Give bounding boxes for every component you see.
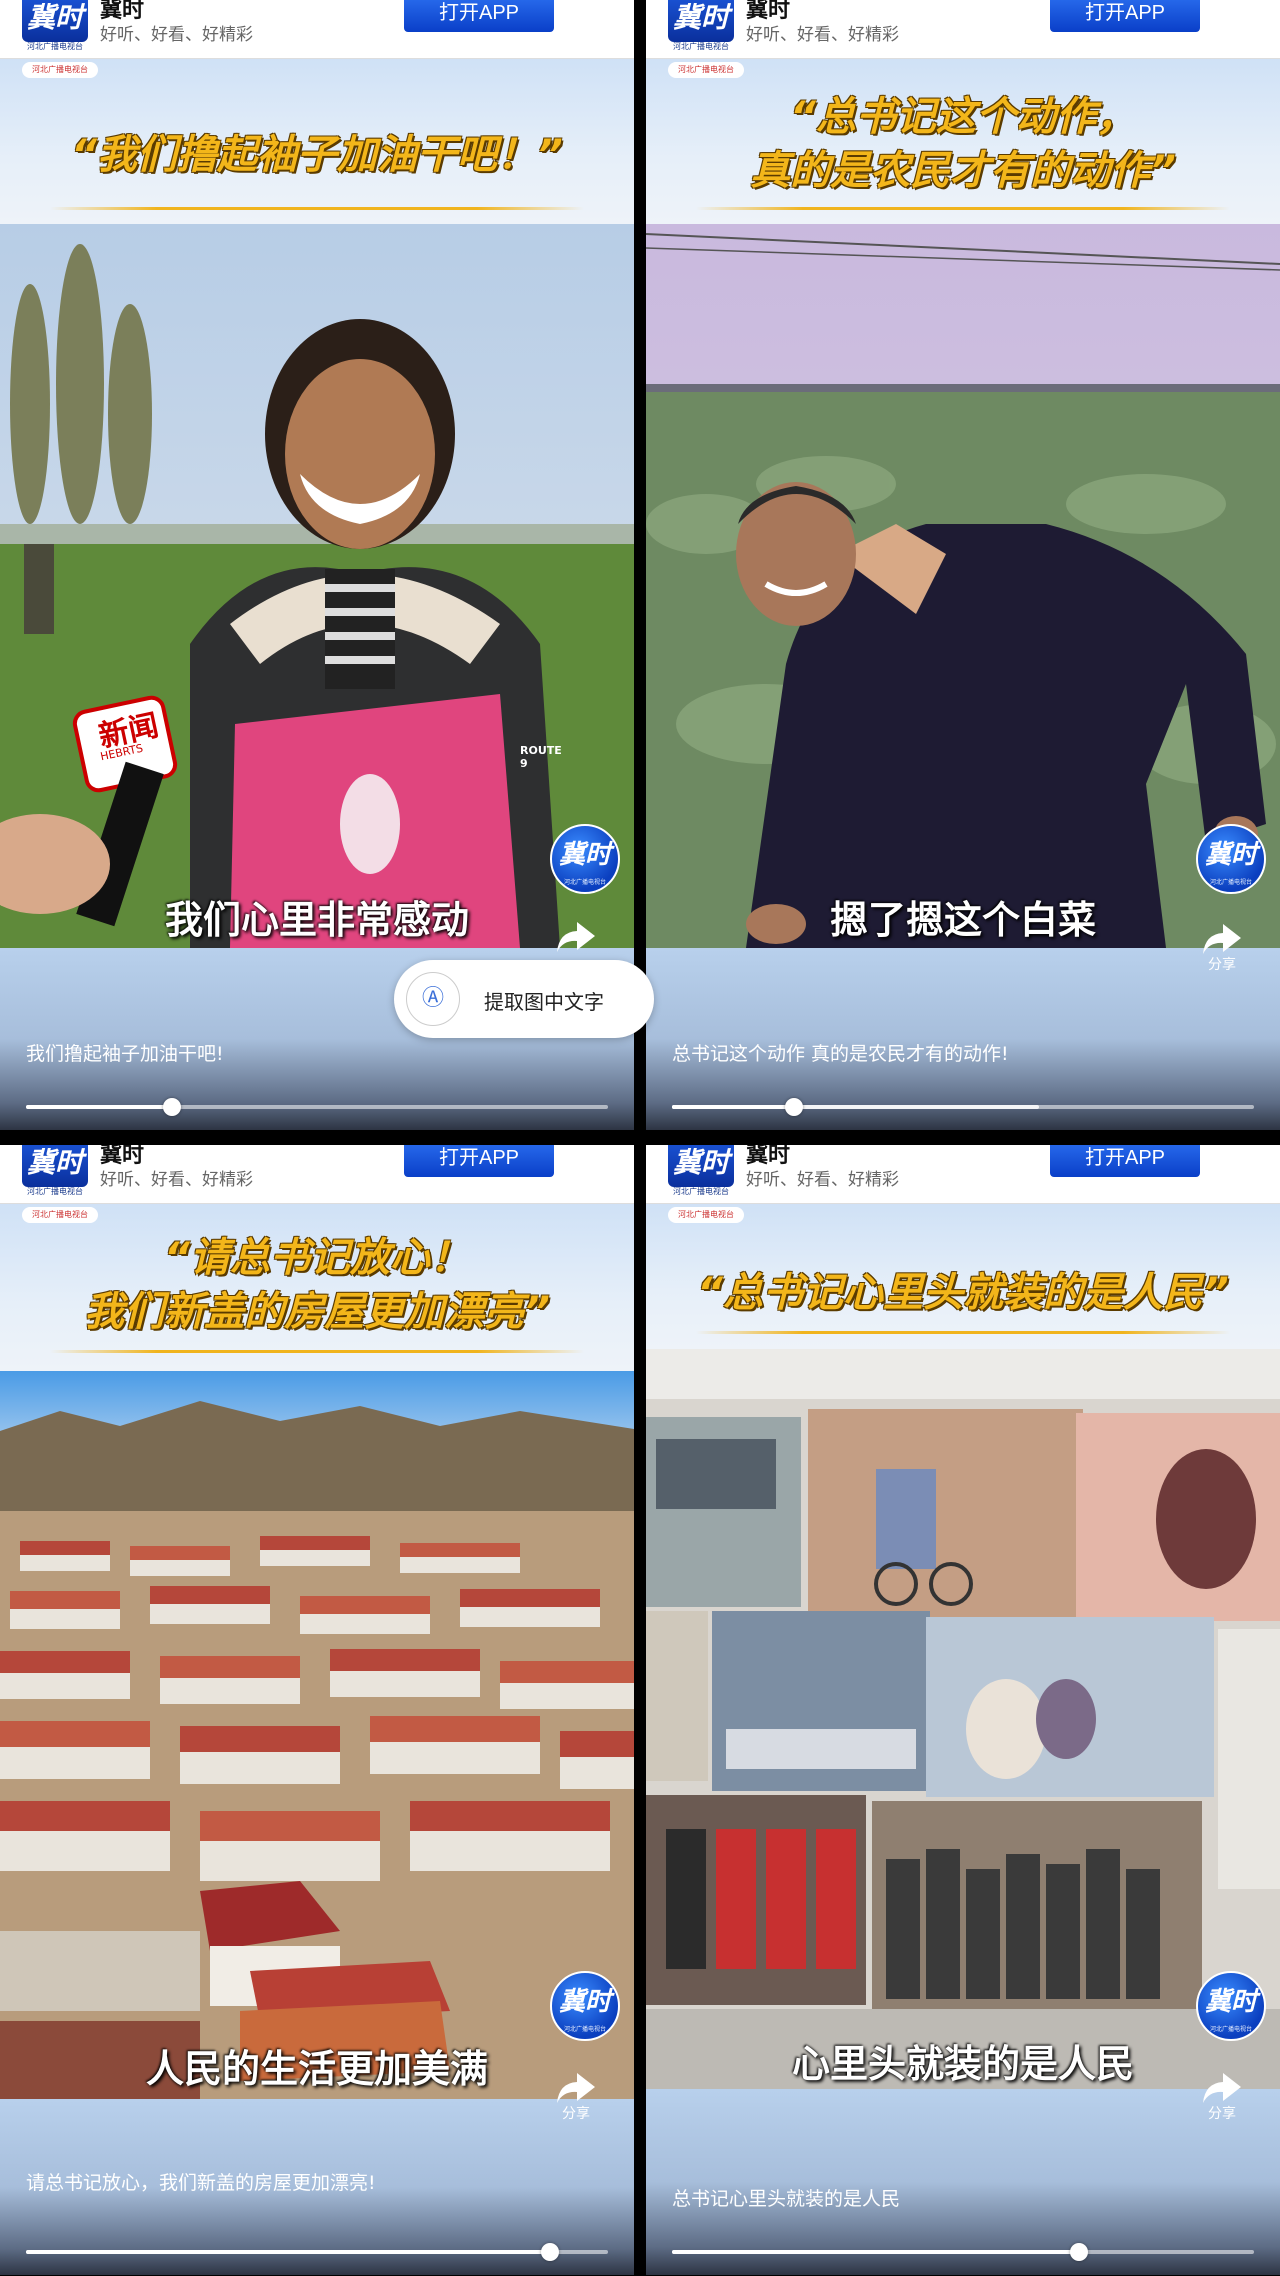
video-caption: 我们撸起袖子加油干吧!	[26, 1043, 224, 1065]
video-card-3[interactable]: 冀时 河北广播电视台 冀时 好听、好看、好精彩 打开APP 河北广播电视台 “请总…	[0, 1145, 634, 2275]
app-logo: 冀时 河北广播电视台	[22, 0, 88, 52]
progress-bar[interactable]	[26, 2243, 608, 2261]
video-frame[interactable]: 新闻 HEBRTS ROUTE 9 我们心里非常感动 河北广播电视台 冀时	[0, 224, 634, 948]
video-still-field	[646, 224, 1280, 948]
quote-title-line-2: 我们新盖的房屋更加漂亮”	[84, 1289, 550, 1335]
broadcaster-badge: 河北广播电视台	[668, 1207, 744, 1223]
video-subtitle: 我们心里非常感动	[164, 898, 469, 942]
progress-bar[interactable]	[672, 2243, 1254, 2261]
progress-bar[interactable]	[672, 1098, 1254, 1116]
quote-title-line-2: 真的是农民才有的动作”	[750, 148, 1176, 194]
extract-text-label: 提取图中文字	[484, 990, 604, 1014]
video-feed-grid: 冀时 河北广播电视台 冀时 好听、好看、好精彩 打开APP 河北广播电视台 “我们…	[0, 0, 1280, 2276]
open-app-button[interactable]: 打开APP	[404, 0, 554, 32]
video-caption: 总书记这个动作 真的是农民才有的动作!	[672, 1043, 1009, 1065]
app-banner: 冀时 河北广播电视台 冀时 好听、好看、好精彩 打开APP	[646, 0, 1280, 59]
video-still-interview	[0, 224, 634, 948]
progress-fill	[672, 1105, 795, 1109]
video-card-4[interactable]: 冀时 河北广播电视台 冀时 好听、好看、好精彩 打开APP 河北广播电视台 “总书…	[646, 1145, 1280, 2275]
app-logo: 冀时 河北广播电视台	[668, 1145, 734, 1197]
app-logo: 冀时 河北广播电视台	[22, 1145, 88, 1197]
open-app-button[interactable]: 打开APP	[1050, 0, 1200, 32]
quote-title: “总书记心里头就装的是人民”	[697, 1270, 1229, 1316]
broadcaster-badge: 河北广播电视台	[22, 62, 98, 78]
quote-underline	[696, 207, 1230, 210]
video-info-area	[646, 2089, 1280, 2275]
app-slogan: 好听、好看、好精彩	[746, 1170, 899, 1190]
share-arrow-icon	[1203, 924, 1241, 954]
quote-title: “我们撸起袖子加油干吧！”	[71, 132, 563, 178]
quote-underline	[696, 1331, 1230, 1334]
share-button[interactable]: 分享	[1200, 922, 1244, 974]
video-subtitle: 心里头就装的是人民	[791, 2042, 1134, 2086]
app-slogan: 好听、好看、好精彩	[100, 1170, 253, 1190]
progress-fill	[26, 1105, 172, 1109]
broadcaster-badge: 河北广播电视台	[668, 62, 744, 78]
video-still-village	[0, 1371, 634, 2099]
quote-title-line-1: “总书记这个动作，	[790, 94, 1136, 140]
video-caption: 总书记心里头就装的是人民	[672, 2188, 901, 2210]
video-frame[interactable]: 人民的生活更加美满 河北广播电视台 冀时	[0, 1371, 634, 2099]
watermark-logo: 河北广播电视台 冀时	[1196, 824, 1266, 894]
share-button[interactable]: 分享	[1200, 2071, 1244, 2123]
apron-patch-text: ROUTE 9	[520, 744, 562, 770]
progress-fill	[672, 2250, 1080, 2254]
share-label: 分享	[1208, 2106, 1236, 2122]
progress-knob[interactable]	[540, 2243, 559, 2261]
quote-title-line-1: “请总书记放心！	[164, 1235, 470, 1281]
app-slogan: 好听、好看、好精彩	[746, 25, 899, 45]
share-button[interactable]: 分享	[554, 2071, 598, 2123]
share-arrow-icon	[1203, 2073, 1241, 2103]
video-frame[interactable]: 心里头就装的是人民 河北广播电视台 冀时	[646, 1349, 1280, 2089]
app-banner: 冀时 河北广播电视台 冀时 好听、好看、好精彩 打开APP	[0, 0, 634, 59]
video-frame[interactable]: 摁了摁这个白菜 河北广播电视台 冀时	[646, 224, 1280, 948]
quote-underline	[50, 207, 584, 210]
share-arrow-icon	[557, 922, 595, 952]
video-subtitle: 摁了摁这个白菜	[829, 898, 1096, 942]
watermark-logo: 河北广播电视台 冀时	[550, 824, 620, 894]
progress-bar[interactable]	[26, 1098, 608, 1116]
open-app-button[interactable]: 打开APP	[1050, 1145, 1200, 1177]
quote-underline	[50, 1350, 584, 1353]
progress-knob[interactable]	[162, 1098, 181, 1116]
share-arrow-icon	[557, 2073, 595, 2103]
share-label: 分享	[562, 2106, 590, 2122]
video-card-2[interactable]: 冀时 河北广播电视台 冀时 好听、好看、好精彩 打开APP 河北广播电视台 “总书…	[646, 0, 1280, 1130]
share-button[interactable]	[554, 920, 598, 954]
video-subtitle: 人民的生活更加美满	[145, 2047, 488, 2091]
extract-text-button[interactable]: Ⓐ 提取图中文字	[394, 960, 654, 1038]
app-banner: 冀时 河北广播电视台 冀时 好听、好看、好精彩 打开APP	[0, 1145, 634, 1204]
app-logo: 冀时 河北广播电视台	[668, 0, 734, 52]
app-banner: 冀时 河北广播电视台 冀时 好听、好看、好精彩 打开APP	[646, 1145, 1280, 1204]
video-still-photo-wall	[646, 1349, 1280, 2089]
app-slogan: 好听、好看、好精彩	[100, 25, 253, 45]
open-app-button[interactable]: 打开APP	[404, 1145, 554, 1177]
progress-fill	[26, 2250, 550, 2254]
broadcaster-badge: 河北广播电视台	[22, 1207, 98, 1223]
video-caption: 请总书记放心，我们新盖的房屋更加漂亮!	[26, 2172, 376, 2194]
watermark-logo: 河北广播电视台 冀时	[550, 1971, 620, 2041]
watermark-logo: 河北广播电视台 冀时	[1196, 1971, 1266, 2041]
text-recognition-icon: Ⓐ	[406, 972, 460, 1026]
share-label: 分享	[1208, 957, 1236, 973]
